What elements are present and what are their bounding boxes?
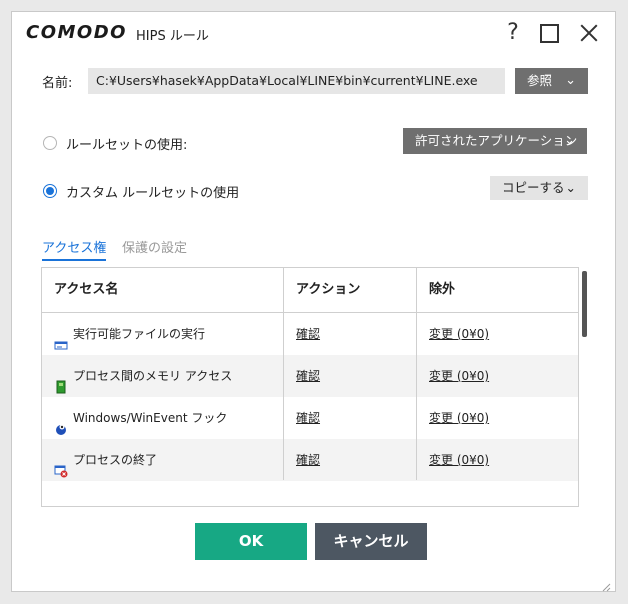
table-row[interactable]: プロセスの終了 確認 変更 (0¥0) <box>42 439 578 481</box>
chevron-down-icon: ⌄ <box>565 180 576 195</box>
table-row[interactable]: Windows/WinEvent フック 確認 変更 (0¥0) <box>42 397 578 439</box>
browse-button-label: 参照 <box>527 73 553 88</box>
hips-rule-dialog: COMODO HIPS ルール ? 名前: C:¥Users¥hasek¥App… <box>11 11 616 592</box>
browse-button[interactable]: 参照 ⌄ <box>515 68 588 94</box>
cancel-button[interactable]: キャンセル <box>315 523 427 560</box>
close-button[interactable] <box>576 20 602 46</box>
resize-grip-icon[interactable] <box>601 577 611 592</box>
use-ruleset-label[interactable]: ルールセットの使用: <box>66 134 187 153</box>
windows-hook-icon <box>54 411 68 435</box>
tab-protection-settings[interactable]: 保護の設定 <box>122 237 187 256</box>
access-name: Windows/WinEvent フック <box>73 411 228 425</box>
ok-button[interactable]: OK <box>195 523 307 560</box>
comodo-logo: COMODO <box>26 22 127 43</box>
run-executable-icon <box>54 327 68 350</box>
access-name-cell: Windows/WinEvent フック <box>54 397 227 439</box>
name-label: 名前: <box>42 76 73 91</box>
column-divider <box>578 268 579 507</box>
column-header-action[interactable]: アクション <box>296 268 360 312</box>
maximize-button[interactable] <box>536 20 562 46</box>
exclusion-link[interactable]: 変更 (0¥0) <box>429 397 489 439</box>
process-memory-icon <box>54 369 68 394</box>
custom-ruleset-label[interactable]: カスタム ルールセットの使用 <box>66 182 239 201</box>
table-row[interactable]: 実行可能ファイルの実行 確認 変更 (0¥0) <box>42 313 578 355</box>
exclusion-link[interactable]: 変更 (0¥0) <box>429 439 489 481</box>
ruleset-dropdown-value: 許可されたアプリケーション <box>415 133 578 148</box>
chevron-down-icon: ⌄ <box>564 133 575 148</box>
action-link[interactable]: 確認 <box>296 313 320 355</box>
exclusion-link[interactable]: 変更 (0¥0) <box>429 355 489 397</box>
access-rights-table: アクセス名 アクション 除外 実行可能ファイルの実行 確認 変更 (0¥0) プ… <box>41 267 579 507</box>
table-scrollbar[interactable] <box>582 271 587 337</box>
exclusion-link[interactable]: 変更 (0¥0) <box>429 313 489 355</box>
custom-ruleset-radio[interactable] <box>43 184 57 198</box>
copy-dropdown-label: コピーする <box>502 180 565 195</box>
column-divider <box>283 268 284 480</box>
column-divider <box>416 268 417 480</box>
tab-access-rights[interactable]: アクセス権 <box>42 237 107 261</box>
ruleset-dropdown[interactable]: 許可されたアプリケーション ⌄ <box>403 128 587 154</box>
table-row[interactable]: プロセス間のメモリ アクセス 確認 変更 (0¥0) <box>42 355 578 397</box>
access-name: 実行可能ファイルの実行 <box>73 327 206 341</box>
access-name-cell: 実行可能ファイルの実行 <box>54 313 205 355</box>
column-header-exclusion[interactable]: 除外 <box>429 268 455 312</box>
copy-dropdown[interactable]: コピーする ⌄ <box>490 176 588 200</box>
window-title: HIPS ルール <box>136 29 209 44</box>
access-name: プロセス間のメモリ アクセス <box>73 369 233 383</box>
access-name-cell: プロセス間のメモリ アクセス <box>54 355 232 397</box>
table-header: アクセス名 アクション 除外 <box>42 268 578 313</box>
access-name: プロセスの終了 <box>73 453 158 467</box>
access-name-cell: プロセスの終了 <box>54 439 157 481</box>
action-link[interactable]: 確認 <box>296 355 320 397</box>
chevron-down-icon: ⌄ <box>565 73 576 88</box>
application-path-field[interactable]: C:¥Users¥hasek¥AppData¥Local¥LINE¥bin¥cu… <box>88 68 505 94</box>
terminate-process-icon <box>54 453 68 478</box>
column-header-access-name[interactable]: アクセス名 <box>54 268 118 312</box>
action-link[interactable]: 確認 <box>296 397 320 439</box>
action-link[interactable]: 確認 <box>296 439 320 481</box>
help-button[interactable]: ? <box>500 20 526 46</box>
use-ruleset-radio[interactable] <box>43 136 57 150</box>
